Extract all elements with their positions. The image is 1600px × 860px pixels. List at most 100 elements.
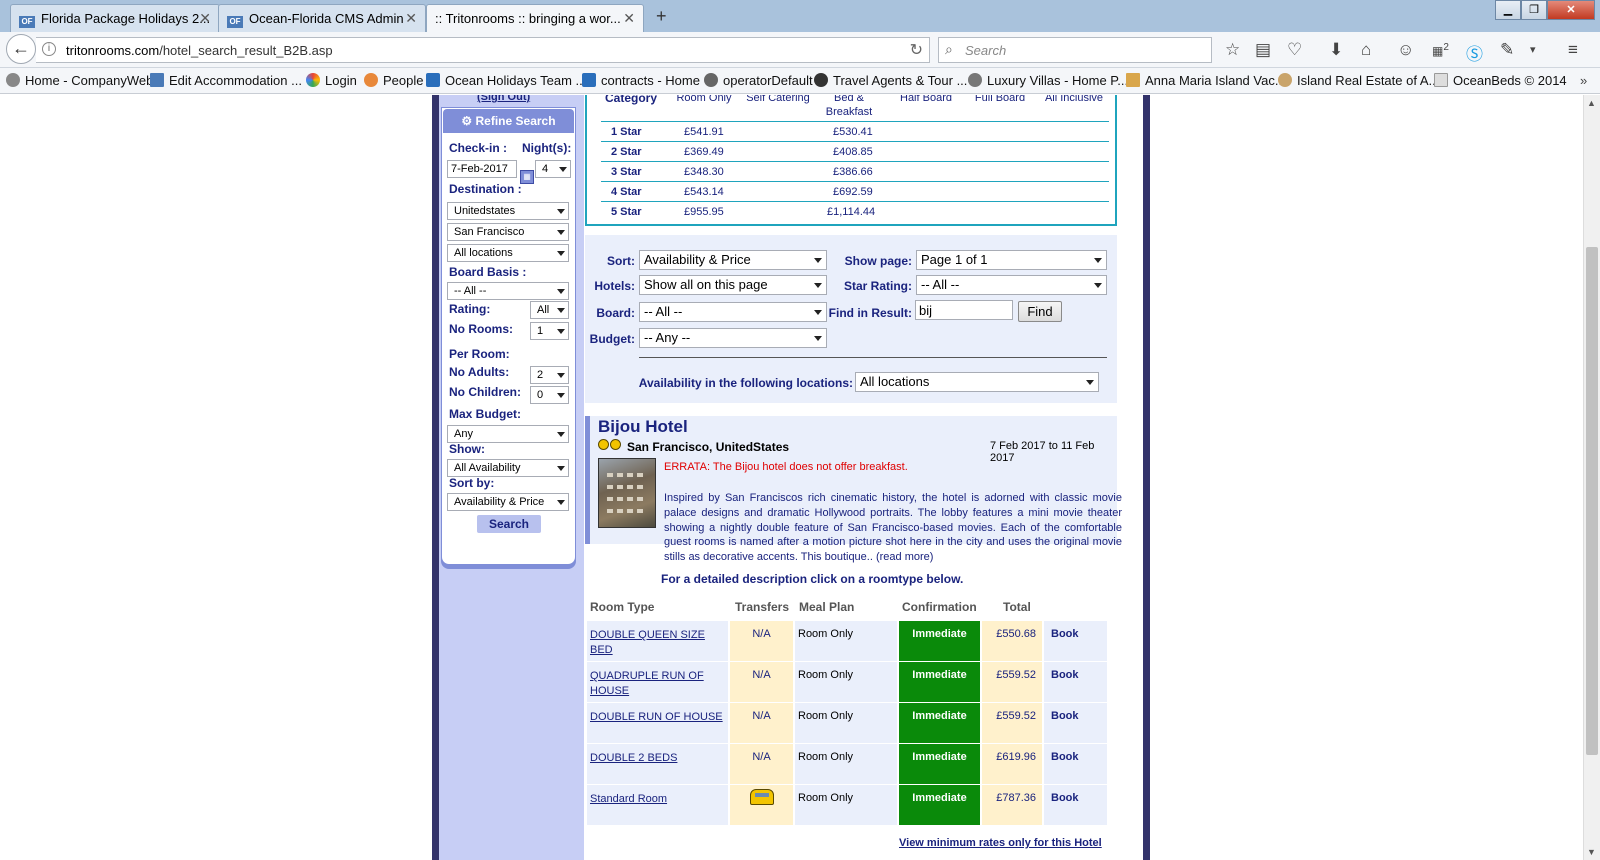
city-select[interactable]: San Francisco [447, 223, 569, 241]
address-bar[interactable]: i tritonrooms.com/hotel_search_result_B2… [36, 37, 930, 63]
tab-tritonrooms[interactable]: :: Tritonrooms :: bringing a wor... ✕ [426, 4, 644, 32]
confirmation-cell: Immediate [899, 662, 980, 702]
read-more-link[interactable]: (read more) [876, 551, 933, 563]
bookmark-item[interactable]: Home - CompanyWeb [6, 73, 153, 88]
show-page-select[interactable]: Page 1 of 1 [916, 250, 1107, 270]
bookmark-item[interactable]: Anna Maria Island Vac... [1126, 73, 1286, 88]
room-type-link[interactable]: DOUBLE 2 BEDS [590, 752, 677, 764]
rating-select[interactable]: All [530, 301, 569, 319]
location-select[interactable]: All locations [447, 244, 569, 262]
window-close-icon[interactable]: ✕ [1547, 0, 1595, 20]
page-scrollbar[interactable]: ▲ ▼ [1583, 95, 1600, 860]
bookmark-item[interactable]: Login [306, 73, 357, 88]
book-link[interactable]: Book [1044, 662, 1107, 702]
book-link[interactable]: Book [1044, 785, 1107, 825]
room-only-price[interactable]: £955.95 [684, 206, 724, 218]
pocket-icon[interactable]: ♡ [1287, 40, 1302, 60]
new-tab-icon[interactable]: + [656, 6, 667, 27]
adults-select[interactable]: 2 [530, 366, 569, 384]
page-icon [1434, 73, 1448, 87]
board-select[interactable]: -- All -- [639, 302, 827, 322]
extension-icon[interactable]: ✎ [1500, 40, 1514, 60]
reading-list-icon[interactable]: ▤ [1255, 40, 1271, 60]
back-arrow-icon[interactable]: ← [6, 34, 36, 64]
bed-breakfast-price[interactable]: £692.59 [833, 186, 873, 198]
children-select[interactable]: 0 [530, 386, 569, 404]
sign-out-link[interactable]: (Sign Out) [477, 95, 530, 103]
close-tab-icon[interactable]: ✕ [405, 10, 417, 27]
download-icon[interactable]: ⬇ [1329, 40, 1343, 60]
nights-select[interactable]: 4 [535, 160, 571, 178]
bed-breakfast-price[interactable]: £530.41 [833, 126, 873, 138]
book-link[interactable]: Book [1044, 744, 1107, 784]
menu-icon[interactable]: ≡ [1568, 40, 1578, 60]
room-only-price[interactable]: £348.30 [684, 166, 724, 178]
hotel-photo[interactable] [598, 458, 656, 528]
chevron-down-icon[interactable]: ▾ [1530, 43, 1536, 56]
chat-icon[interactable]: ☺ [1397, 40, 1414, 60]
bookmark-item[interactable]: contracts - Home [582, 73, 700, 88]
room-type-link[interactable]: Standard Room [590, 793, 667, 805]
scrollbar-thumb[interactable] [1586, 247, 1598, 755]
availability-locations-select[interactable]: All locations [855, 372, 1099, 392]
bookmark-item[interactable]: People [364, 73, 423, 88]
bed-breakfast-price[interactable]: £386.66 [833, 166, 873, 178]
find-button[interactable]: Find [1018, 301, 1062, 322]
url-text[interactable]: tritonrooms.com/hotel_search_result_B2B.… [66, 43, 333, 58]
room-only-price[interactable]: £541.91 [684, 126, 724, 138]
calendar-icon[interactable]: ▦ [520, 170, 534, 184]
bookmark-star-icon[interactable]: ☆ [1225, 40, 1240, 60]
country-select[interactable]: Unitedstates [447, 202, 569, 220]
notification-badge[interactable]: ▦2 [1432, 42, 1449, 58]
scroll-up-icon[interactable]: ▲ [1587, 98, 1596, 108]
bed-breakfast-price[interactable]: £408.85 [833, 146, 873, 158]
taxi-icon[interactable] [749, 789, 774, 805]
info-icon[interactable]: i [42, 42, 56, 56]
hotels-select[interactable]: Show all on this page [639, 275, 827, 295]
budget-select[interactable]: -- Any -- [639, 328, 827, 348]
show-page-value: Page 1 of 1 [921, 252, 988, 267]
browser-search-input[interactable]: ⌕ Search [938, 37, 1212, 63]
star-rating-label: Star Rating: [843, 279, 912, 293]
url-path: /hotel_search_result_B2B.asp [159, 43, 333, 58]
restore-icon[interactable]: ❐ [1521, 0, 1547, 20]
search-button[interactable]: Search [477, 515, 541, 533]
reload-icon[interactable]: ↻ [910, 40, 923, 60]
home-icon[interactable]: ⌂ [1361, 40, 1371, 60]
max-budget-select[interactable]: Any [447, 425, 569, 443]
hotel-name[interactable]: Bijou Hotel [598, 417, 688, 437]
show-select[interactable]: All Availability [447, 459, 569, 477]
browser-tab-bar: OF Florida Package Holidays 2... ✕ OF Ocea… [0, 0, 1600, 32]
bookmark-item[interactable]: Travel Agents & Tour ... [814, 73, 967, 88]
room-type-link[interactable]: DOUBLE QUEEN SIZE BED [590, 629, 705, 656]
book-link[interactable]: Book [1044, 621, 1107, 661]
scroll-down-icon[interactable]: ▼ [1587, 847, 1596, 857]
bookmark-item[interactable]: Edit Accommodation ... [150, 73, 302, 88]
tab-cms-admin[interactable]: OF Ocean-Florida CMS Admin ✕ [218, 4, 426, 32]
minimize-icon[interactable]: ▁ [1495, 0, 1521, 20]
tab-florida-package[interactable]: OF Florida Package Holidays 2... ✕ [10, 4, 220, 32]
star-rating-select[interactable]: -- All -- [916, 275, 1107, 295]
bookmarks-overflow-icon[interactable]: » [1580, 73, 1587, 88]
board-basis-select[interactable]: -- All -- [447, 282, 569, 300]
rooms-select[interactable]: 1 [530, 322, 569, 340]
close-tab-icon[interactable]: ✕ [199, 10, 211, 27]
bookmark-item[interactable]: Ocean Holidays Team ... [426, 73, 586, 88]
room-type-link[interactable]: QUADRUPLE RUN OF HOUSE [590, 670, 704, 697]
bookmark-item[interactable]: operatorDefault [704, 73, 813, 88]
close-tab-icon[interactable]: ✕ [623, 10, 635, 27]
view-minimum-rates-link[interactable]: View minimum rates only for this Hotel [899, 837, 1102, 849]
book-link[interactable]: Book [1044, 703, 1107, 743]
checkin-date-input[interactable]: 7-Feb-2017 [447, 160, 517, 178]
sort-by-select[interactable]: Availability & Price [447, 493, 569, 511]
bookmark-item[interactable]: Luxury Villas - Home P... [968, 73, 1128, 88]
bookmark-item[interactable]: Island Real Estate of A... [1278, 73, 1439, 88]
skype-icon[interactable]: Ⓢ [1466, 40, 1483, 65]
bookmark-item[interactable]: OceanBeds © 2014 [1434, 73, 1567, 88]
find-in-result-input[interactable]: bij [915, 300, 1013, 320]
room-only-price[interactable]: £369.49 [684, 146, 724, 158]
bed-breakfast-price[interactable]: £1,114.44 [827, 206, 875, 218]
room-type-link[interactable]: DOUBLE RUN OF HOUSE [590, 711, 723, 723]
room-only-price[interactable]: £543.14 [684, 186, 724, 198]
sort-select[interactable]: Availability & Price [639, 250, 827, 270]
